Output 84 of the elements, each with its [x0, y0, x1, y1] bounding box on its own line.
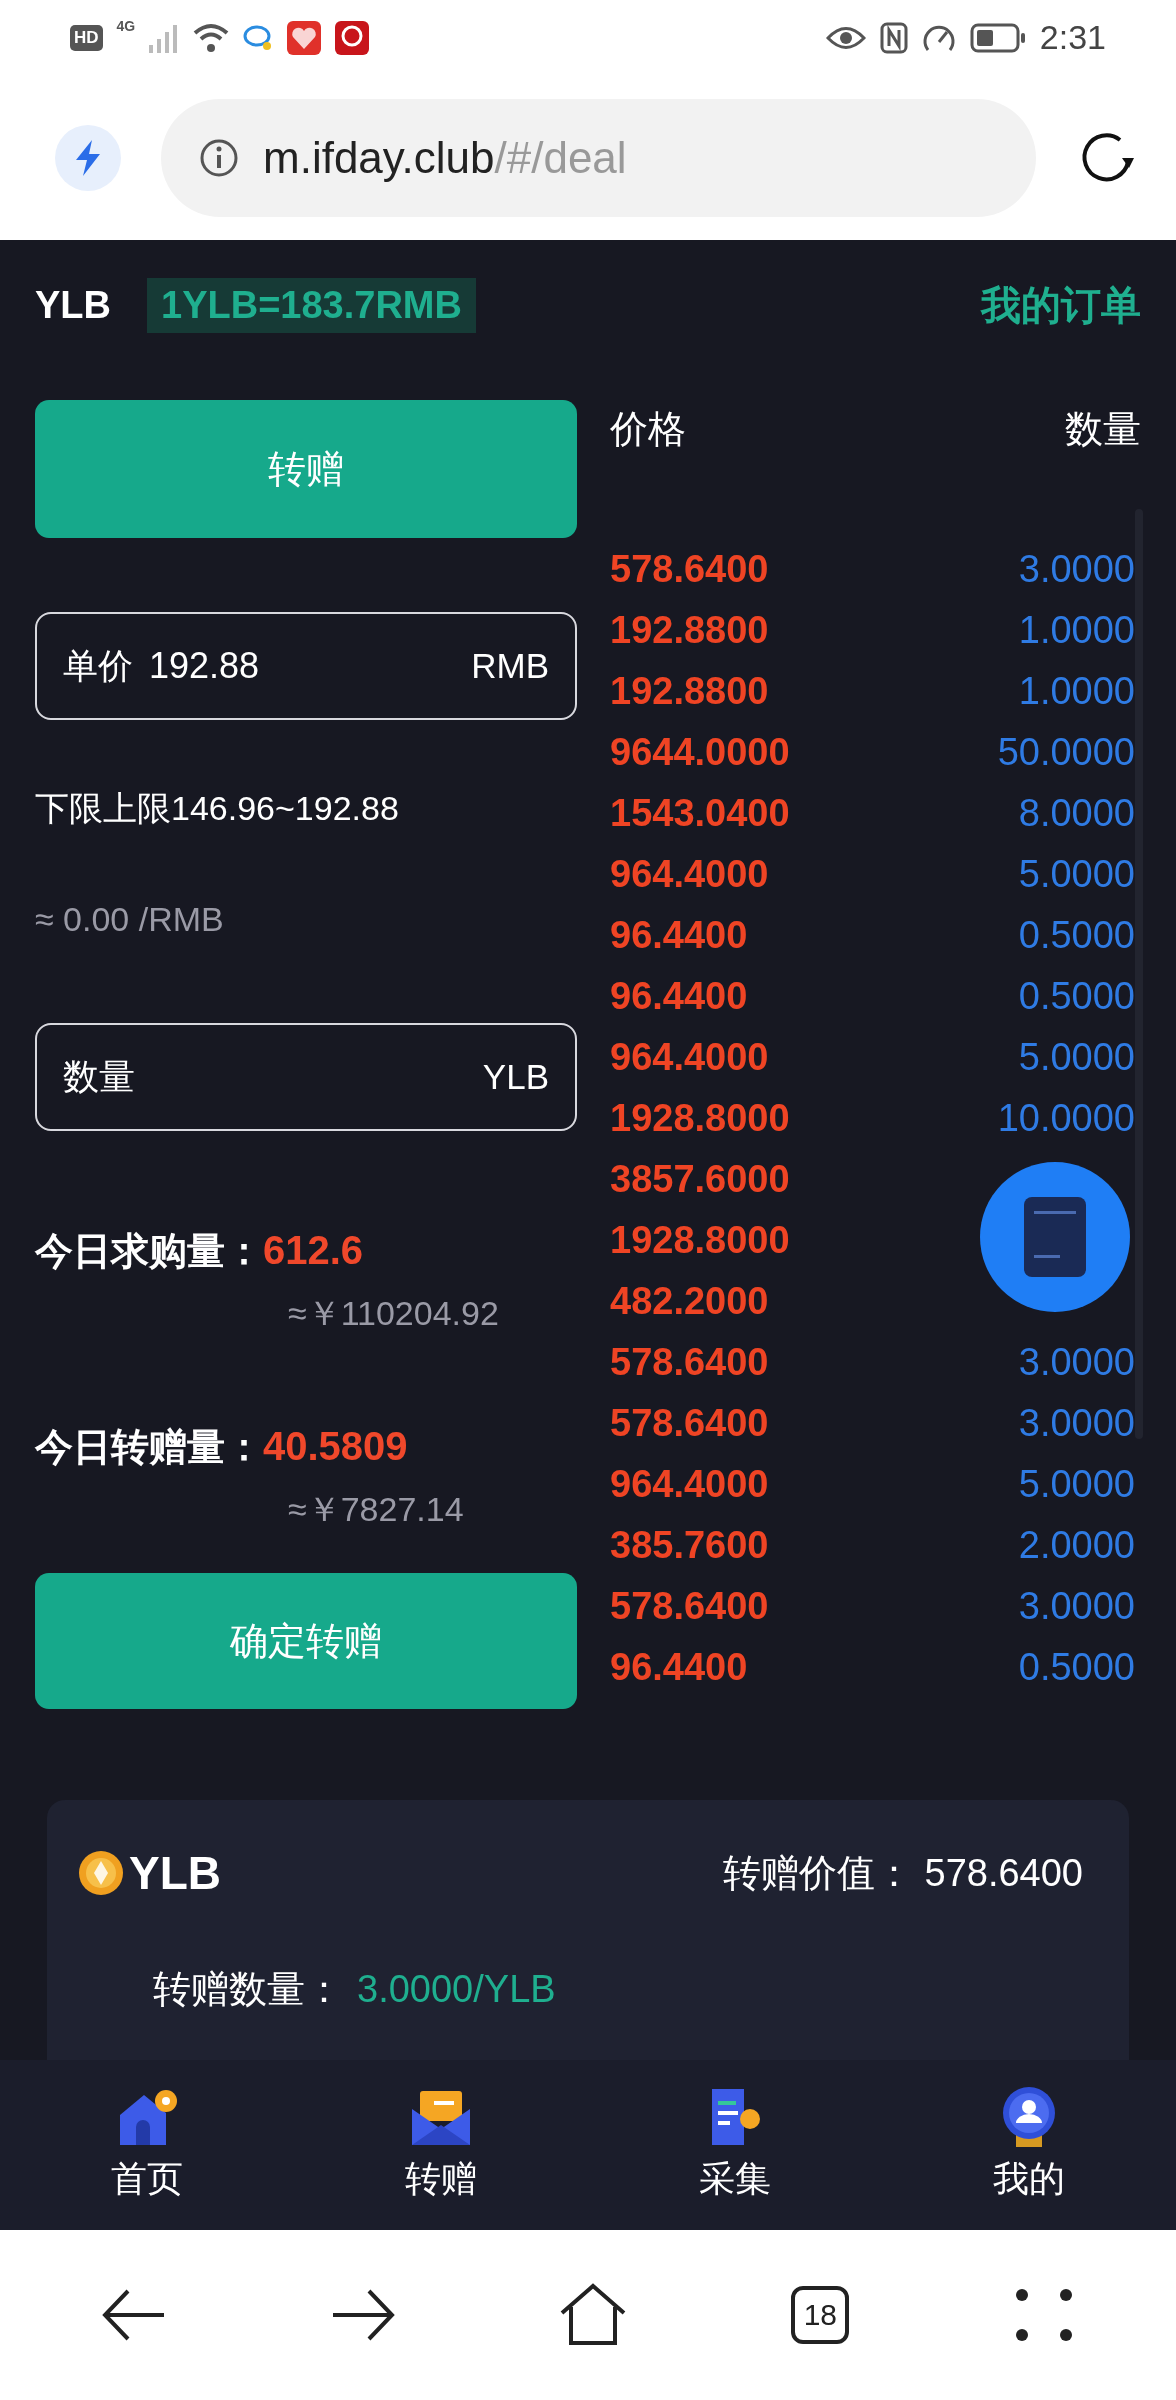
price-cell: 1928.8000 — [610, 1097, 790, 1140]
app-icon — [335, 20, 370, 55]
stat-approx: ≈￥110204.92 — [288, 1293, 499, 1334]
home-icon[interactable] — [558, 2283, 627, 2347]
coin-symbol: YLB — [35, 283, 111, 327]
quantity-cell: 5.0000 — [1018, 853, 1135, 896]
quantity-cell: 10.0000 — [997, 1097, 1135, 1140]
stat-value: 40.5809 — [263, 1424, 408, 1469]
stat-value: 612.6 — [263, 1228, 364, 1273]
price-field[interactable]: 单价 192.88 RMB — [35, 612, 577, 720]
value-amount: 578.6400 — [924, 1851, 1083, 1895]
price-cell: 578.6400 — [610, 1402, 769, 1445]
quantity-cell: 50.0000 — [997, 731, 1135, 774]
field-label: 单价 — [63, 644, 133, 687]
signal-icon — [149, 22, 180, 53]
price-cell: 578.6400 — [610, 1585, 769, 1628]
price-cell: 578.6400 — [610, 548, 769, 591]
quantity-cell: 1.0000 — [1018, 670, 1135, 713]
tab-item[interactable]: 首页 — [0, 2060, 294, 2230]
eye-icon — [825, 24, 866, 51]
chat-icon — [243, 23, 274, 52]
quantity-cell: 5.0000 — [1018, 1463, 1135, 1506]
price-cell: 192.8800 — [610, 609, 769, 652]
price-limits: 下限上限146.96~192.88 — [35, 788, 400, 829]
quantity-cell: 3.0000 — [1018, 1341, 1135, 1384]
info-icon — [199, 137, 239, 178]
price-cell: 482.2000 — [610, 1280, 769, 1323]
price-cell: 1543.0400 — [610, 792, 790, 835]
quantity-cell: 5.0000 — [1018, 1036, 1135, 1079]
field-label: 转赠数量： — [153, 1967, 343, 2012]
clock-time: 2:31 — [1039, 18, 1106, 57]
unit-label: RMB — [471, 646, 549, 686]
quantity-cell: 8.0000 — [1018, 792, 1135, 835]
column-header: 数量 — [1065, 407, 1141, 452]
quantity-cell: 3.0000 — [1018, 548, 1135, 591]
battery-icon — [969, 22, 1026, 53]
quantity-cell: 0.5000 — [1018, 975, 1135, 1018]
exchange-rate: 1YLB=183.7RMB — [147, 277, 476, 333]
quantity-field[interactable]: 数量 YLB — [35, 1023, 577, 1131]
address-bar[interactable]: m.ifday.club/#/deal — [161, 98, 1036, 217]
price-cell: 1928.8000 — [610, 1219, 790, 1262]
coin-icon — [77, 1849, 125, 1897]
wifi-icon — [193, 22, 230, 53]
quantity-input[interactable]: 数量 — [63, 1056, 467, 1098]
quantity-cell: 1.0000 — [1018, 609, 1135, 652]
hd-badge: HD — [70, 24, 103, 51]
price-input[interactable]: 192.88 — [149, 645, 456, 687]
tab-item[interactable]: 转赠 — [294, 2060, 588, 2230]
price-cell: 96.4400 — [610, 975, 748, 1018]
stat-approx: ≈￥7827.14 — [288, 1489, 464, 1530]
price-cell: 96.4400 — [610, 914, 748, 957]
tab-count[interactable]: 18 — [791, 2286, 850, 2344]
stat-label: 今日转赠量： — [35, 1425, 263, 1470]
price-cell: 3857.6000 — [610, 1158, 790, 1201]
value-label: 转赠价值： — [722, 1850, 913, 1896]
my-orders-link[interactable]: 我的订单 — [981, 277, 1141, 333]
price-cell: 964.4000 — [610, 853, 769, 896]
stat-label: 今日求购量： — [35, 1229, 263, 1274]
price-cell: 964.4000 — [610, 1463, 769, 1506]
forward-icon[interactable] — [330, 2287, 395, 2343]
price-cell: 9644.0000 — [610, 731, 790, 774]
quantity-cell: 0.5000 — [1018, 914, 1135, 957]
url-text: m.ifday.club/#/deal — [263, 132, 627, 183]
back-icon[interactable] — [102, 2287, 167, 2343]
price-cell: 964.4000 — [610, 1036, 769, 1079]
tab-item[interactable]: 我的 — [882, 2060, 1176, 2230]
quantity-cell: 3.0000 — [1018, 1402, 1135, 1445]
tab-item[interactable]: 采集 — [588, 2060, 882, 2230]
quantity-cell: 3.0000 — [1018, 1585, 1135, 1628]
unit-label: YLB — [482, 1057, 549, 1097]
listing-coin: YLB — [129, 1846, 221, 1900]
network-type: 4G — [116, 18, 136, 34]
price-cell: 192.8800 — [610, 670, 769, 713]
nfc-icon — [879, 21, 908, 54]
field-value: 3.0000/YLB — [357, 1968, 556, 2011]
quantity-cell: 2.0000 — [1018, 1524, 1135, 1567]
column-header: 价格 — [610, 407, 686, 452]
app-icon — [287, 20, 322, 55]
menu-icon[interactable] — [1013, 2287, 1074, 2343]
estimate-text: ≈ 0.00 /RMB — [35, 900, 225, 939]
price-cell: 385.7600 — [610, 1524, 769, 1567]
quantity-cell: 0.5000 — [1018, 1646, 1135, 1689]
price-cell: 578.6400 — [610, 1341, 769, 1384]
price-cell: 96.4400 — [610, 1646, 748, 1689]
